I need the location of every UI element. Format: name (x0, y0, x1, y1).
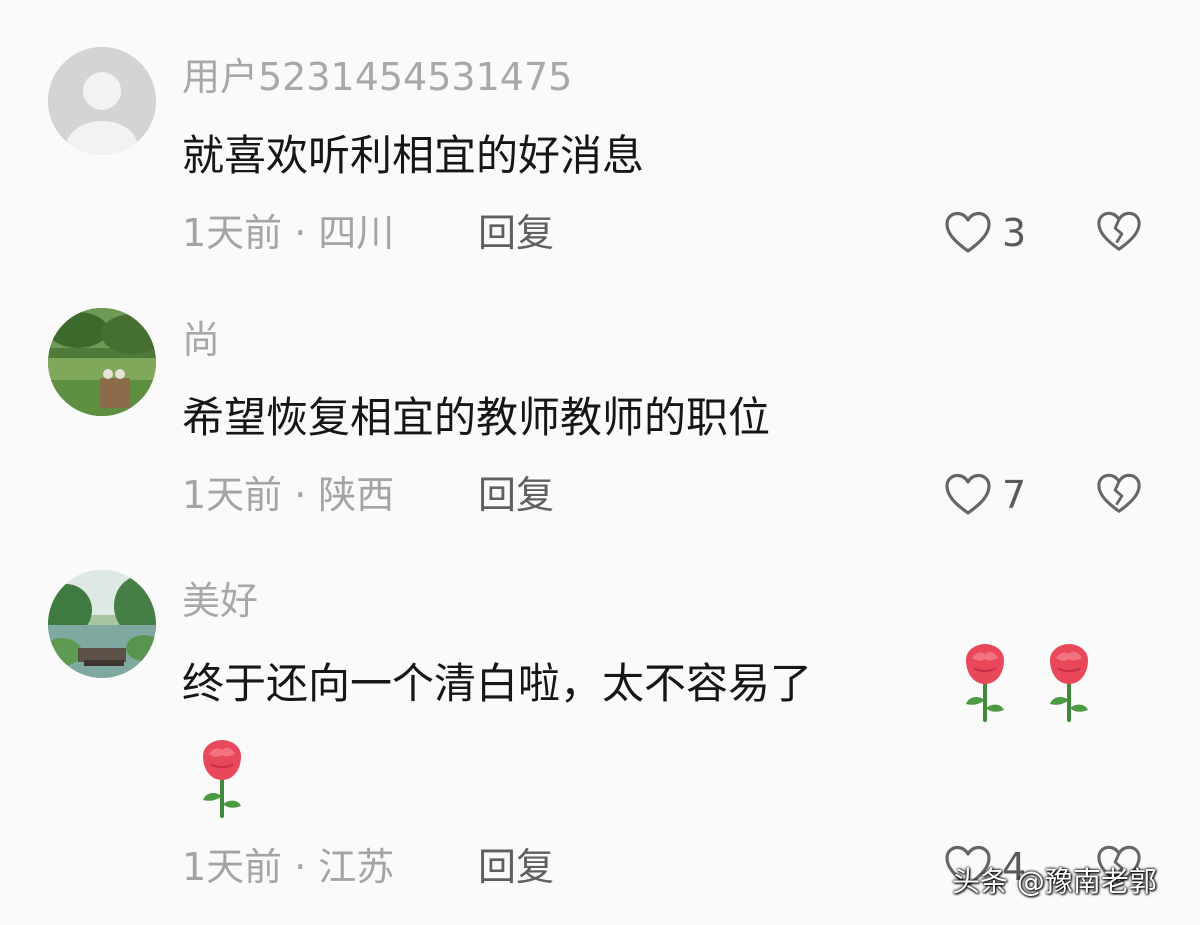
like-count: 3 (1002, 211, 1027, 255)
source-watermark: 头条 @豫南老郭 (952, 865, 1157, 898)
avatar[interactable] (48, 47, 156, 155)
meta-separator: · (294, 211, 307, 255)
heart-icon (945, 211, 991, 253)
broken-heart-icon (1097, 473, 1141, 513)
reply-button[interactable]: 回复 (478, 844, 554, 890)
comment-location: 陕西 (318, 473, 395, 517)
comment-list: 用户5231454531475 就喜欢听利相宜的好消息 1天前 · 四川 回复 3 (0, 0, 1200, 925)
avatar[interactable] (48, 308, 156, 416)
rose-emoji-icon (966, 644, 1004, 722)
comment-location: 四川 (318, 211, 395, 255)
comment-meta: 1天前 · 四川 (182, 210, 394, 256)
avatar[interactable] (48, 570, 156, 678)
username[interactable]: 尚 (182, 317, 220, 363)
comment-time: 1天前 (182, 473, 283, 517)
comment-meta: 1天前 · 江苏 (182, 844, 394, 890)
username[interactable]: 用户5231454531475 (182, 54, 572, 100)
broken-heart-icon (1097, 211, 1141, 251)
comment-meta: 1天前 · 陕西 (182, 472, 394, 518)
default-avatar-icon (48, 47, 156, 155)
comment-text: 就喜欢听利相宜的好消息 (182, 131, 645, 180)
comment-time: 1天前 (182, 845, 283, 889)
username[interactable]: 美好 (182, 578, 258, 624)
dislike-button[interactable] (1096, 472, 1142, 518)
comment-location: 江苏 (318, 845, 395, 889)
like-button[interactable]: 7 (944, 472, 1034, 518)
rose-emoji-icon (203, 740, 241, 818)
lake-photo-icon (48, 570, 156, 678)
dislike-button[interactable] (1096, 210, 1142, 256)
heart-icon (945, 473, 991, 515)
comment-text: 希望恢复相宜的教师教师的职位 (182, 393, 771, 442)
reply-button[interactable]: 回复 (478, 472, 554, 518)
reply-button[interactable]: 回复 (478, 210, 554, 256)
comment-text: 终于还向一个清白啦，太不容易了 (182, 659, 813, 708)
like-button[interactable]: 3 (944, 210, 1034, 256)
rose-emoji-icon (1050, 644, 1088, 722)
landscape-photo-icon (48, 308, 156, 416)
like-count: 7 (1002, 473, 1027, 517)
meta-separator: · (294, 845, 307, 889)
comment-time: 1天前 (182, 211, 283, 255)
meta-separator: · (294, 473, 307, 517)
